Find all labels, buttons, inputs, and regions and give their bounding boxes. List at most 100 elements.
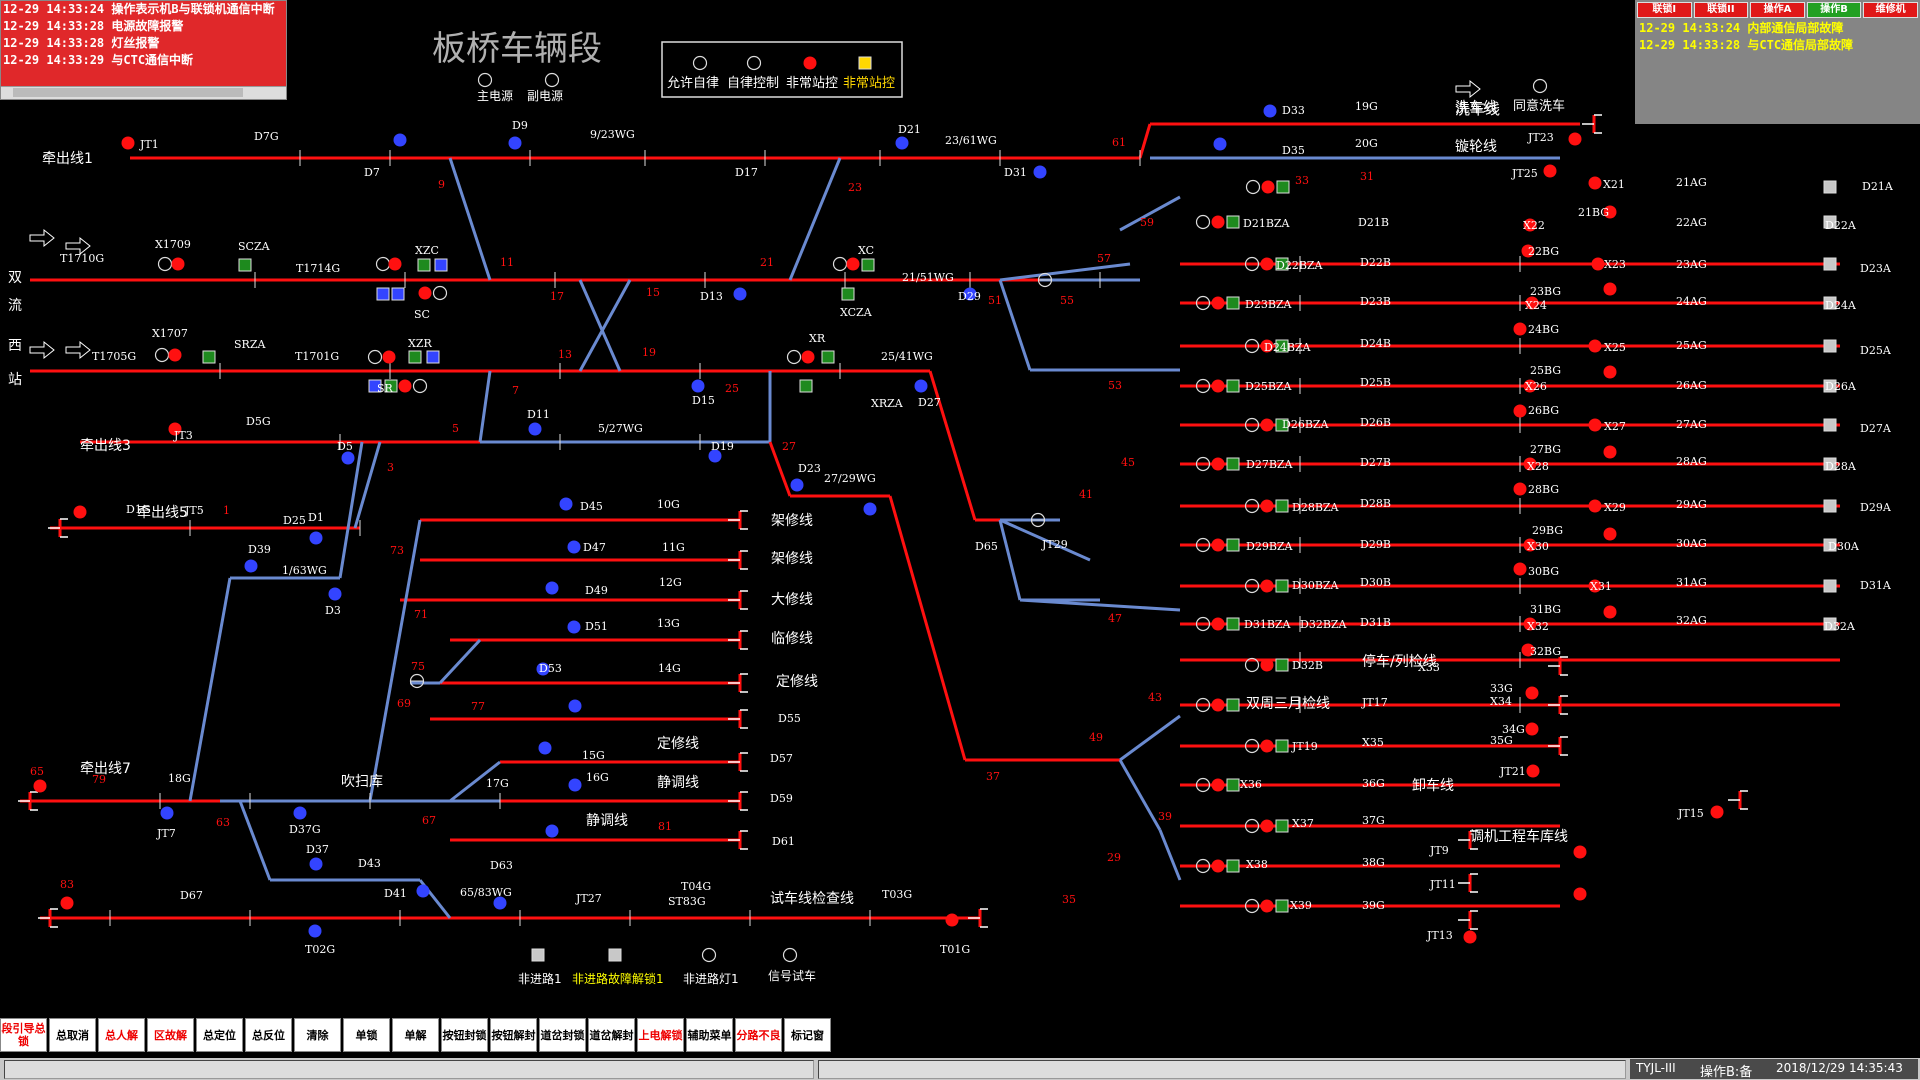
signal-lamp[interactable] — [832, 256, 848, 272]
toolbar-button[interactable]: 段引导总锁 — [0, 1018, 47, 1052]
toolbar-button[interactable]: 按钮解封 — [490, 1018, 537, 1052]
signal-lamp[interactable] — [1211, 617, 1225, 631]
signal-lamp[interactable] — [244, 559, 258, 573]
signal-button[interactable] — [1275, 739, 1289, 753]
signal-button[interactable] — [1275, 579, 1289, 593]
signal-button[interactable] — [1823, 339, 1837, 353]
signal-lamp[interactable] — [388, 257, 402, 271]
toolbar-button[interactable]: 上电解锁 — [637, 1018, 684, 1052]
toolbar-button[interactable]: 总定位 — [196, 1018, 243, 1052]
signal-lamp[interactable] — [1260, 257, 1274, 271]
signal-lamp[interactable] — [1591, 257, 1605, 271]
signal-lamp[interactable] — [1573, 845, 1587, 859]
signal-lamp[interactable] — [1603, 282, 1617, 296]
signal-lamp[interactable] — [1245, 179, 1261, 195]
signal-lamp[interactable] — [1513, 482, 1527, 496]
signal-lamp[interactable] — [1710, 805, 1724, 819]
signal-lamp[interactable] — [1588, 176, 1602, 190]
bottom-lamp[interactable] — [701, 947, 717, 963]
signal-lamp[interactable] — [567, 620, 581, 634]
signal-lamp[interactable] — [528, 422, 542, 436]
signal-button[interactable] — [426, 350, 440, 364]
signal-lamp[interactable] — [293, 806, 307, 820]
signal-lamp[interactable] — [545, 824, 559, 838]
signal-lamp[interactable] — [168, 348, 182, 362]
signal-lamp[interactable] — [398, 379, 412, 393]
signal-lamp[interactable] — [418, 286, 432, 300]
signal-lamp[interactable] — [1588, 499, 1602, 513]
signal-button[interactable] — [238, 258, 252, 272]
indicator-lamp[interactable] — [803, 56, 817, 70]
signal-button[interactable] — [1226, 296, 1240, 310]
signal-lamp[interactable] — [328, 587, 342, 601]
signal-lamp[interactable] — [1603, 365, 1617, 379]
signal-button[interactable] — [1823, 257, 1837, 271]
signal-button[interactable] — [408, 350, 422, 364]
bottom-lamp[interactable] — [782, 947, 798, 963]
signal-lamp[interactable] — [393, 133, 407, 147]
signal-button[interactable] — [821, 350, 835, 364]
signal-lamp[interactable] — [1260, 819, 1274, 833]
signal-lamp[interactable] — [1603, 527, 1617, 541]
toolbar-button[interactable]: 分路不良 — [735, 1018, 782, 1052]
signal-button[interactable] — [1275, 819, 1289, 833]
toolbar-button[interactable]: 单锁 — [343, 1018, 390, 1052]
toolbar-button[interactable]: 清除 — [294, 1018, 341, 1052]
signal-lamp[interactable] — [416, 884, 430, 898]
signal-lamp[interactable] — [1211, 698, 1225, 712]
signal-button[interactable] — [1226, 215, 1240, 229]
signal-lamp[interactable] — [1588, 418, 1602, 432]
signal-lamp[interactable] — [1211, 379, 1225, 393]
signal-button[interactable] — [391, 287, 405, 301]
signal-lamp[interactable] — [786, 349, 802, 365]
signal-lamp[interactable] — [171, 257, 185, 271]
signal-lamp[interactable] — [545, 581, 559, 595]
signal-lamp[interactable] — [1603, 445, 1617, 459]
signal-button[interactable] — [799, 379, 813, 393]
signal-lamp[interactable] — [160, 806, 174, 820]
signal-lamp[interactable] — [1211, 538, 1225, 552]
signal-lamp[interactable] — [375, 256, 391, 272]
signal-lamp[interactable] — [568, 778, 582, 792]
signal-lamp[interactable] — [1568, 132, 1582, 146]
signal-button[interactable] — [1226, 698, 1240, 712]
signal-lamp[interactable] — [1195, 214, 1211, 230]
signal-button[interactable] — [861, 258, 875, 272]
signal-lamp[interactable] — [1260, 899, 1274, 913]
signal-lamp[interactable] — [1211, 296, 1225, 310]
signal-lamp[interactable] — [559, 497, 573, 511]
signal-lamp[interactable] — [1525, 686, 1539, 700]
signal-lamp[interactable] — [1033, 165, 1047, 179]
toolbar-button[interactable]: 总反位 — [245, 1018, 292, 1052]
signal-lamp[interactable] — [73, 505, 87, 519]
signal-lamp[interactable] — [1260, 739, 1274, 753]
wash-lamp[interactable] — [1532, 78, 1548, 94]
signal-lamp[interactable] — [1260, 499, 1274, 513]
signal-button[interactable] — [1275, 658, 1289, 672]
signal-button[interactable] — [1276, 180, 1290, 194]
signal-button[interactable] — [841, 287, 855, 301]
toolbar-button[interactable]: 单解 — [392, 1018, 439, 1052]
signal-lamp[interactable] — [1463, 930, 1477, 944]
indicator-lamp[interactable] — [692, 55, 708, 71]
signal-lamp[interactable] — [1525, 722, 1539, 736]
signal-button[interactable] — [1226, 379, 1240, 393]
signal-lamp[interactable] — [1573, 887, 1587, 901]
signal-lamp[interactable] — [1513, 322, 1527, 336]
signal-lamp[interactable] — [309, 531, 323, 545]
toolbar-button[interactable]: 道岔封锁 — [539, 1018, 586, 1052]
indicator-lamp[interactable] — [746, 55, 762, 71]
signal-lamp[interactable] — [367, 349, 383, 365]
signal-button[interactable] — [1823, 180, 1837, 194]
signal-lamp[interactable] — [538, 741, 552, 755]
signal-lamp[interactable] — [412, 378, 428, 394]
signal-lamp[interactable] — [1513, 562, 1527, 576]
bottom-button[interactable] — [531, 948, 545, 962]
signal-button[interactable] — [434, 258, 448, 272]
signal-lamp[interactable] — [309, 857, 323, 871]
signal-button[interactable] — [1275, 899, 1289, 913]
signal-button[interactable] — [1226, 617, 1240, 631]
signal-lamp[interactable] — [790, 478, 804, 492]
signal-lamp[interactable] — [508, 136, 522, 150]
toolbar-button[interactable]: 总人解 — [98, 1018, 145, 1052]
